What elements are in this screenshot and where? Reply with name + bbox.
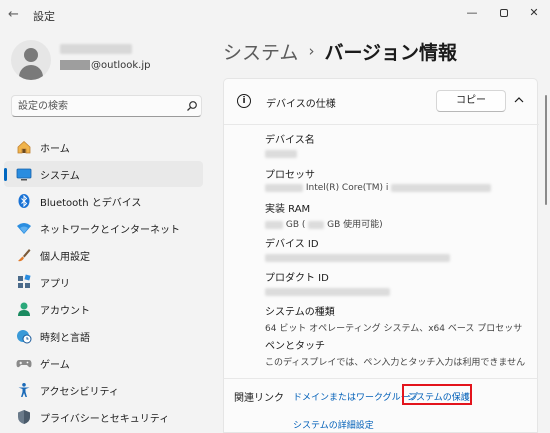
sidebar-item-label: 時刻と言語 [40,333,90,344]
related-links-label: 関連リンク [234,393,284,404]
window-title: 設定 [33,10,55,23]
bluetooth-icon [18,194,30,208]
ram-usable-text: GB 使用可能) [327,220,383,230]
device-id-value [265,253,450,263]
sidebar-item-label: プライバシーとセキュリティ [40,414,170,425]
chevron-up-icon[interactable] [512,93,526,107]
profile-name-redacted [60,44,132,54]
page-title: バージョン情報 [324,41,458,64]
sidebar-item-label: アプリ [40,279,70,290]
sidebar-item-label: アクセシビリティ [40,387,119,398]
scrollbar[interactable] [545,95,547,205]
sidebar-item-label: 個人用設定 [40,252,90,263]
breadcrumb: システム › バージョン情報 [223,36,457,66]
search-icon[interactable] [186,100,198,112]
device-spec-card: i デバイスの仕様 コピー デバイス名 プロセッサ Intel(R) Core(… [223,78,539,378]
ram-label: 実装 RAM [265,204,311,215]
profile-email: @outlook.jp [60,58,151,72]
sidebar-item-label: アカウント [40,306,90,317]
breadcrumb-separator: › [308,42,315,60]
pen-touch-label: ペンとタッチ [265,341,325,352]
title-bar: ← 設定 — ✕ [0,0,550,30]
system-protection-link[interactable]: システムの保護 [407,390,470,403]
gamepad-icon [16,360,32,368]
back-arrow-icon[interactable]: ← [8,7,19,22]
device-spec-header[interactable]: i デバイスの仕様 コピー [224,79,539,125]
sidebar-item-home[interactable]: ホーム [4,134,203,160]
sidebar-item-gaming[interactable]: ゲーム [4,350,203,376]
sidebar-item-time-language[interactable]: 時刻と言語 [4,323,203,349]
brush-icon [18,249,31,262]
device-spec-title: デバイスの仕様 [266,99,336,110]
breadcrumb-parent[interactable]: システム [223,38,298,65]
sidebar-item-label: システム [40,171,80,182]
sidebar-item-system[interactable]: システム [4,161,203,187]
related-links: 関連リンク ドメインまたはワークグループ システムの保護 システムの詳細設定 [223,378,538,433]
sidebar-item-label: Bluetooth とデバイス [40,198,142,209]
apps-icon [18,274,31,288]
search-input[interactable] [18,98,178,114]
advanced-system-settings-link[interactable]: システムの詳細設定 [293,418,374,431]
globe-clock-icon [17,330,32,344]
system-type-value: 64 ビット オペレーティング システム、x64 ベース プロセッサ [265,324,523,334]
sidebar-item-privacy-security[interactable]: プライバシーとセキュリティ [4,404,203,430]
sidebar-item-label: ネットワークとインターネット [40,225,180,236]
account-icon [18,302,30,316]
wifi-icon [17,223,31,234]
sidebar-item-label: ホーム [40,144,70,155]
system-type-label: システムの種類 [265,307,335,318]
product-id-label: プロダクト ID [265,273,329,284]
ram-gb-text: GB ( [285,220,306,230]
sidebar-item-personalization[interactable]: 個人用設定 [4,242,203,268]
domain-workgroup-link[interactable]: ドメインまたはワークグループ [293,390,418,403]
sidebar-item-accessibility[interactable]: アクセシビリティ [4,377,203,403]
processor-value: Intel(R) Core(TM) i [265,183,492,193]
processor-text: Intel(R) Core(TM) i [305,183,389,193]
info-icon: i [237,94,251,108]
processor-label: プロセッサ [265,170,315,181]
close-button[interactable]: ✕ [515,3,550,23]
pen-touch-value: このディスプレイでは、ペン入力とタッチ入力は利用できません [265,358,526,368]
device-id-label: デバイス ID [265,239,319,250]
sidebar-item-network[interactable]: ネットワークとインターネット [4,215,203,241]
product-id-value [265,287,390,297]
device-name-label: デバイス名 [265,135,315,146]
search-box[interactable] [11,95,202,117]
ram-value: GB ( GB 使用可能) [265,217,383,230]
person-icon [24,48,38,62]
active-indicator [4,168,7,181]
sidebar-item-bluetooth[interactable]: Bluetooth とデバイス [4,188,203,214]
copy-button[interactable]: コピー [436,90,506,112]
sidebar-item-label: ゲーム [40,360,70,371]
shield-icon [18,410,30,424]
home-icon [17,140,31,154]
email-suffix: @outlook.jp [91,59,151,71]
device-name-value [265,149,297,159]
accessibility-icon [18,383,30,397]
email-redaction [60,60,90,70]
avatar[interactable] [11,40,51,80]
monitor-icon [16,168,32,181]
sidebar-item-apps[interactable]: アプリ [4,269,203,295]
sidebar-item-accounts[interactable]: アカウント [4,296,203,322]
